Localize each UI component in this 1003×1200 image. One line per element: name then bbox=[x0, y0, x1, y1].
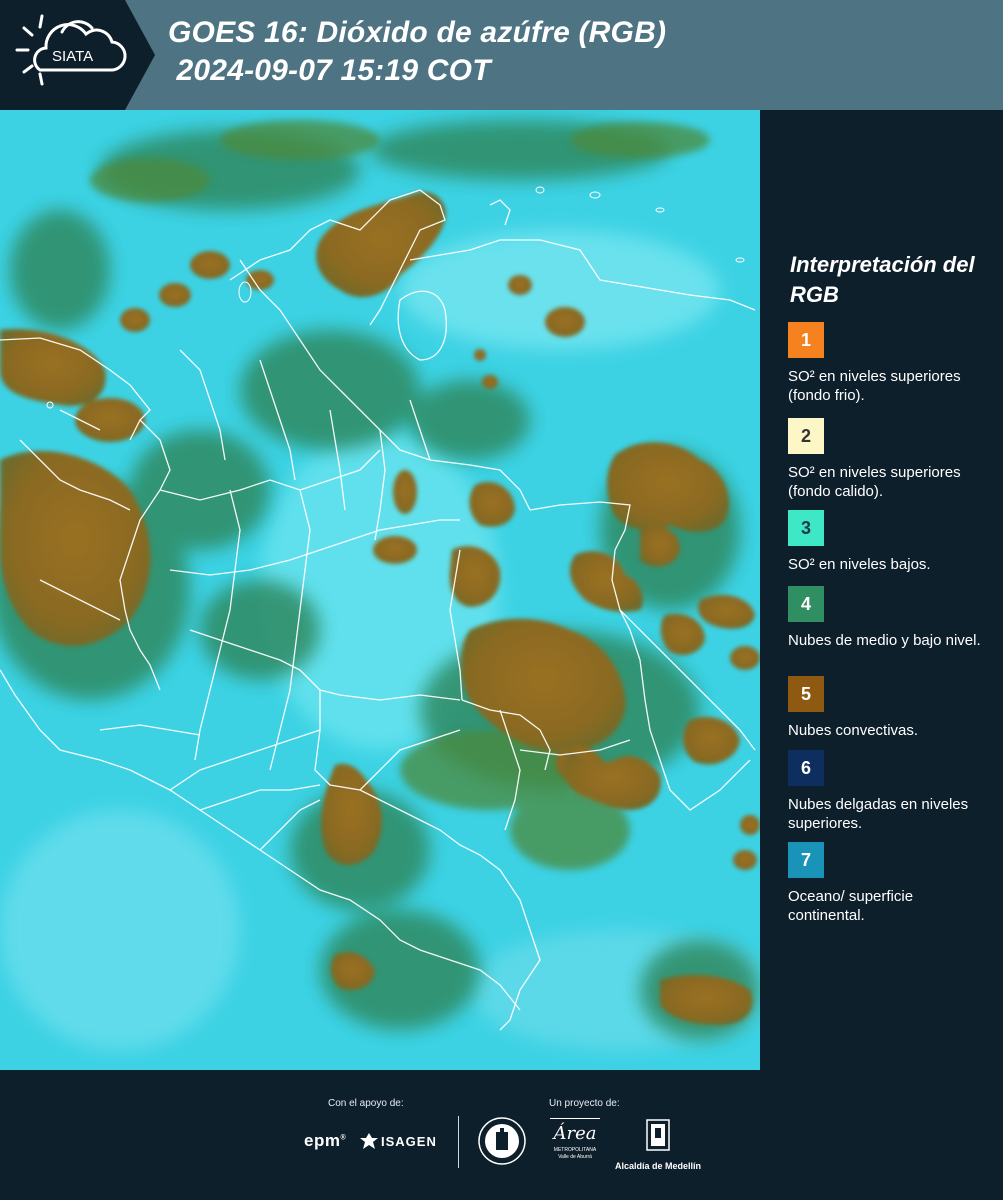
legend-label-4: Nubes de medio y bajo nivel. bbox=[788, 632, 981, 649]
isagen-mark-icon bbox=[360, 1133, 378, 1149]
legend-swatch-4: 4 bbox=[788, 586, 824, 622]
legend-label-1: SO² en niveles superiores (fondo frio). bbox=[788, 368, 961, 404]
footer-bar: Con el apoyo de: Un proyecto de: epm® IS… bbox=[0, 1070, 1003, 1200]
legend-item-6: 6 Nubes delgadas en niveles superiores. bbox=[788, 750, 993, 833]
area-metropolitana-logo: Área METROPOLITANA Valle de Aburrá bbox=[550, 1118, 600, 1161]
legend-swatch-2: 2 bbox=[788, 418, 824, 454]
legend-item-5: 5 Nubes convectivas. bbox=[788, 676, 993, 740]
siata-logo: SIATA bbox=[0, 0, 155, 110]
epm-logo: epm® bbox=[304, 1131, 347, 1150]
legend-item-3: 3 SO² en niveles bajos. bbox=[788, 510, 993, 574]
svg-text:SIATA: SIATA bbox=[52, 48, 93, 65]
legend-swatch-7: 7 bbox=[788, 842, 824, 878]
title-line-1: GOES 16: Dióxido de azúfre (RGB) bbox=[168, 16, 667, 49]
seal-logo bbox=[478, 1116, 526, 1171]
legend-swatch-1: 1 bbox=[788, 322, 824, 358]
satellite-map bbox=[0, 110, 760, 1070]
isagen-logo: ISAGEN bbox=[360, 1133, 437, 1149]
legend-title: Interpretación del RGB bbox=[790, 252, 975, 307]
page-title: GOES 16: Dióxido de azúfre (RGB) 2024-09… bbox=[168, 14, 666, 90]
legend-item-4: 4 Nubes de medio y bajo nivel. bbox=[788, 586, 993, 650]
alcaldia-logo: Alcaldía de Medellín bbox=[612, 1118, 704, 1171]
legend-label-6: Nubes delgadas en niveles superiores. bbox=[788, 796, 969, 832]
legend-swatch-5: 5 bbox=[788, 676, 824, 712]
legend-swatch-3: 3 bbox=[788, 510, 824, 546]
header-bar: SIATA GOES 16: Dióxido de azúfre (RGB) 2… bbox=[0, 0, 1003, 110]
legend-label-5: Nubes convectivas. bbox=[788, 722, 919, 739]
legend-panel: Interpretación del RGB 1 SO² en niveles … bbox=[760, 110, 1003, 1070]
legend-item-7: 7 Oceano/ superficie continental. bbox=[788, 842, 993, 925]
alcaldia-crest-icon bbox=[646, 1119, 670, 1151]
title-line-2: 2024-09-07 15:19 COT bbox=[168, 54, 491, 87]
legend-item-2: 2 SO² en niveles superiores (fondo calid… bbox=[788, 418, 993, 501]
project-label: Un proyecto de: bbox=[549, 1098, 620, 1109]
legend-label-2: SO² en niveles superiores (fondo calido)… bbox=[788, 464, 961, 500]
legend-label-7: Oceano/ superficie continental. bbox=[788, 888, 914, 924]
legend-item-1: 1 SO² en niveles superiores (fondo frio)… bbox=[788, 322, 993, 405]
footer-divider bbox=[458, 1116, 459, 1168]
support-label: Con el apoyo de: bbox=[328, 1098, 404, 1109]
legend-label-3: SO² en niveles bajos. bbox=[788, 556, 931, 573]
legend-swatch-6: 6 bbox=[788, 750, 824, 786]
